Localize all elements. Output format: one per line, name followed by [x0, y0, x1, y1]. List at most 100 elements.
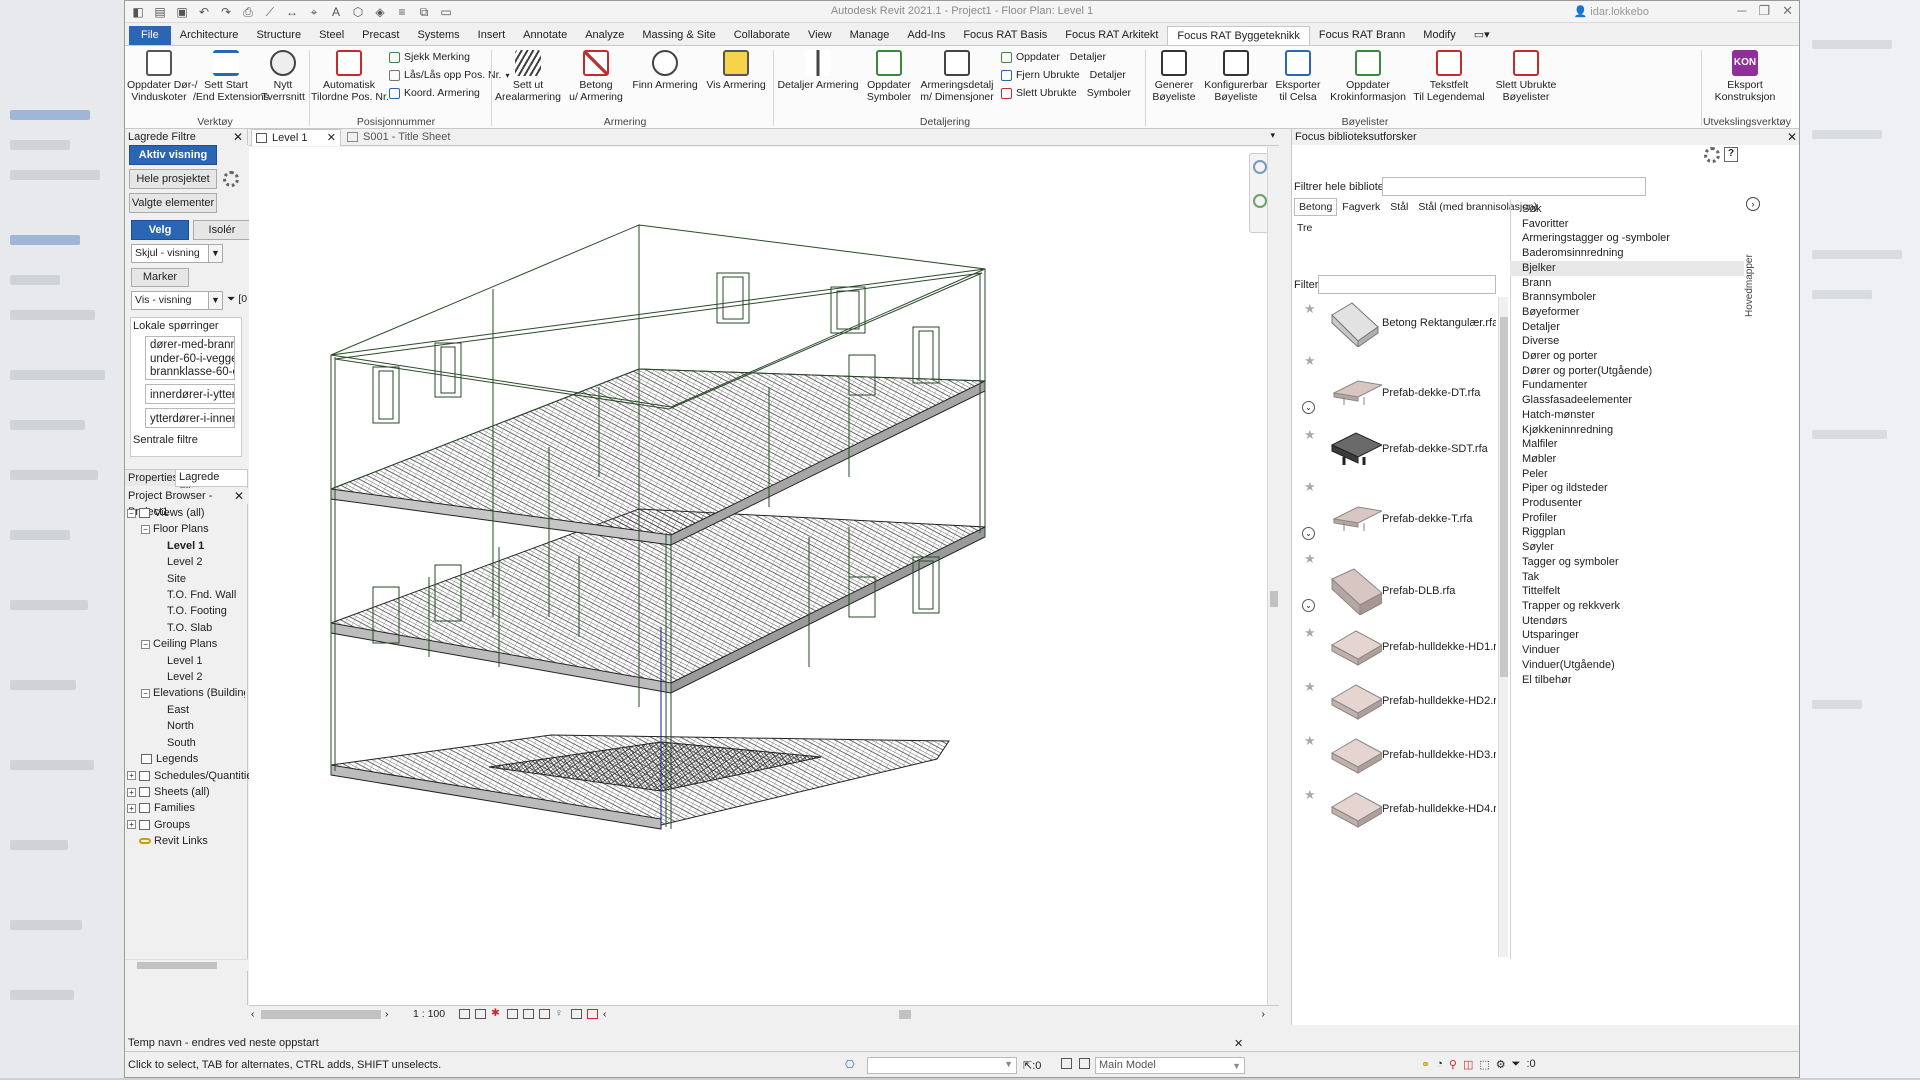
update-symbols-button[interactable]: Oppdater Symboler [863, 46, 915, 103]
sun-path-icon[interactable]: ✱ [491, 1007, 500, 1019]
drag-select-icon[interactable]: ⬚ [1479, 1058, 1489, 1071]
close-icon[interactable]: ✕ [1234, 1037, 1243, 1050]
tab-saved-filters[interactable]: Lagrede Filtre [175, 470, 248, 498]
category-item[interactable]: Riggplan [1510, 525, 1744, 540]
hide-icon[interactable] [539, 1009, 550, 1019]
expand-icon[interactable]: + [127, 771, 136, 781]
category-item[interactable]: Glassfasadeelementer [1510, 393, 1744, 408]
isolate-button[interactable]: Isolér [193, 220, 251, 240]
tab-tre[interactable]: Tre [1297, 222, 1312, 234]
category-item[interactable]: Tak [1510, 570, 1744, 585]
category-item[interactable]: Piper og ildsteder [1510, 481, 1744, 496]
tab-steel[interactable]: Steel [310, 26, 353, 45]
favorite-star-icon[interactable]: ★ [1304, 353, 1316, 369]
gear-icon[interactable] [1704, 147, 1720, 163]
tree-sheets[interactable]: + Sheets (all) [127, 784, 247, 800]
contextual-tab-toggle-icon[interactable]: ▭▾ [1465, 26, 1499, 45]
design-options-icon[interactable] [1061, 1058, 1072, 1069]
category-item[interactable]: Søyler [1510, 540, 1744, 555]
tree-item-ceiling-level-1[interactable]: Level 1 [127, 653, 247, 669]
library-tab-2[interactable]: Stål [1385, 198, 1413, 216]
reveal-icon[interactable] [571, 1009, 582, 1019]
gear-icon[interactable] [223, 171, 239, 187]
query-item[interactable]: innerdører-i-yttervegg [145, 384, 235, 404]
tab-focus-rat-byggeteknikk[interactable]: Focus RAT Byggeteknikk [1167, 26, 1310, 45]
category-item[interactable]: Tagger og symboler [1510, 555, 1744, 570]
view-vscrollbar[interactable] [1267, 147, 1279, 1005]
tree-schedules[interactable]: + Schedules/Quantities (all) [127, 768, 279, 784]
category-item[interactable]: Utendørs [1510, 614, 1744, 629]
pinned-select-icon[interactable]: ⚲ [1449, 1058, 1457, 1071]
scroll-thumb[interactable] [1270, 591, 1278, 607]
tab-insert[interactable]: Insert [469, 26, 515, 45]
family-item[interactable]: ★ ⌄ Prefab-DLB.rfa [1302, 551, 1494, 625]
hide-view-combo[interactable]: Skjul - visning ▼ [131, 244, 223, 263]
export-celsa-button[interactable]: Eksporter til Celsa [1271, 46, 1325, 103]
tab-properties[interactable]: Properties [128, 472, 178, 484]
family-item[interactable]: ★ Prefab-dekke-SDT.rfa [1304, 423, 1494, 483]
view-hscrollbar-right[interactable] [899, 1010, 911, 1019]
constraints-icon[interactable]: ‹ [603, 1008, 607, 1020]
user-name[interactable]: 👤 idar.lokkebo [1574, 5, 1649, 18]
tree-item-slab[interactable]: T.O. Slab [127, 620, 247, 636]
scroll-right-icon[interactable]: › [1262, 1008, 1266, 1020]
tree-item-north[interactable]: North [127, 718, 247, 734]
tab-collaborate[interactable]: Collaborate [725, 26, 799, 45]
delete-unused-lists-button[interactable]: Slett Ubrukte Bøyelister [1489, 46, 1563, 103]
tab-systems[interactable]: Systems [408, 26, 468, 45]
worksets-icon[interactable]: ⎔ [845, 1058, 855, 1071]
tab-analyze[interactable]: Analyze [576, 26, 633, 45]
tab-manage[interactable]: Manage [841, 26, 899, 45]
temp-hide-icon[interactable]: ♀ [555, 1007, 563, 1019]
favorite-star-icon[interactable]: ★ [1304, 479, 1316, 495]
category-item[interactable]: Profiler [1510, 511, 1744, 526]
tab-view[interactable]: View [799, 26, 841, 45]
tree-groups[interactable]: + Groups [127, 817, 247, 833]
close-icon[interactable]: ✕ [1787, 129, 1797, 145]
category-item[interactable]: Kjøkkeninnredning [1510, 423, 1744, 438]
close-icon[interactable]: ✕ [1782, 3, 1793, 19]
category-item[interactable]: Dører og porter [1510, 349, 1744, 364]
family-item[interactable]: ★ ⌄ Prefab-dekke-DT.rfa [1302, 353, 1494, 427]
library-tab-0[interactable]: Betong [1294, 198, 1338, 216]
tree-item-east[interactable]: East [127, 702, 247, 718]
visual-style-icon[interactable] [475, 1009, 486, 1019]
category-item[interactable]: Brann [1510, 276, 1744, 291]
workset-combo[interactable]: ▼ [867, 1057, 1017, 1074]
expand-circle-icon[interactable]: ⌄ [1302, 401, 1315, 414]
show-rebar-button[interactable]: Vis Armering [703, 46, 769, 91]
tree-families[interactable]: + Families [127, 800, 247, 816]
zoom-icon[interactable] [1253, 194, 1267, 208]
tree-floor-plans[interactable]: − Floor Plans [127, 521, 247, 537]
tab-level-1[interactable]: Level 1 ✕ [251, 129, 341, 146]
favorite-star-icon[interactable]: ★ [1304, 427, 1316, 443]
whole-project-button[interactable]: Hele prosjektet [129, 169, 217, 189]
tab-title-sheet[interactable]: S001 - Title Sheet [343, 129, 463, 146]
main-folders-label[interactable]: Hovedmapper [1744, 217, 1760, 317]
category-item[interactable]: El tilbehør [1510, 673, 1744, 688]
category-item[interactable]: Diverse [1510, 334, 1744, 349]
close-icon[interactable]: ✕ [327, 130, 336, 147]
delete-unused-symbols-button[interactable]: Slett Ubrukte Symboler [1001, 87, 1131, 99]
close-icon[interactable]: ✕ [233, 129, 243, 145]
help-icon[interactable]: ? [1724, 147, 1738, 162]
tab-massing-site[interactable]: Massing & Site [633, 26, 724, 45]
tree-item-fnd-wall[interactable]: T.O. Fnd. Wall [127, 587, 247, 603]
concrete-no-rebar-button[interactable]: Betong u/ Armering [565, 46, 627, 103]
find-rebar-button[interactable]: Finn Armering [629, 46, 701, 91]
category-item[interactable]: Detaljer [1510, 320, 1744, 335]
shadows-icon[interactable] [507, 1009, 518, 1019]
category-item[interactable]: Trapper og rekkverk [1510, 599, 1744, 614]
tab-focus-rat-arkitekt[interactable]: Focus RAT Arkitekt [1056, 26, 1167, 45]
tree-legends[interactable]: Legends [127, 751, 247, 767]
steering-wheel-icon[interactable] [1253, 160, 1267, 174]
collapse-icon[interactable]: − [127, 508, 136, 518]
category-item[interactable]: Baderomsinnredning [1510, 246, 1744, 261]
update-details-button[interactable]: Oppdater Detaljer [1001, 51, 1106, 63]
tab-modify[interactable]: Modify [1414, 26, 1464, 45]
area-rebar-button[interactable]: Sett ut Arealarmering [493, 46, 563, 103]
collapse-icon[interactable]: − [141, 639, 150, 649]
show-view-combo[interactable]: Vis - visning ▼ [131, 291, 223, 310]
category-item[interactable]: Peler [1510, 467, 1744, 482]
editable-only-icon[interactable] [1079, 1058, 1090, 1069]
